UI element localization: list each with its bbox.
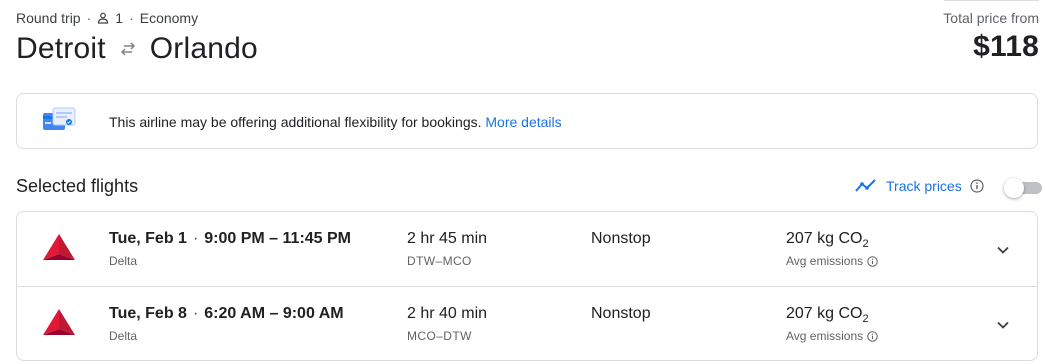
selected-flights-heading: Selected flights: [16, 176, 139, 196]
co2-emissions: 207 kg CO2: [786, 305, 869, 325]
flexible-booking-icon: [43, 107, 76, 130]
stops: Nonstop: [591, 230, 651, 247]
flight-row[interactable]: Tue, Feb 8 · 6:20 AM – 9:00 AM Delta 2 hr …: [17, 286, 1037, 360]
flexibility-notice: This airline may be offering additional …: [16, 93, 1038, 149]
co2-subscript: 2: [862, 238, 869, 251]
selected-flights-card: Tue, Feb 1 · 9:00 PM – 11:45 PM Delta 2 hr…: [16, 211, 1038, 361]
notice-text: This airline may be offering additional …: [109, 114, 562, 130]
top-divider: [944, 0, 1039, 1]
chevron-down-icon[interactable]: [993, 315, 1013, 335]
info-icon[interactable]: [970, 179, 984, 193]
co2-value: 207 kg CO: [786, 305, 863, 322]
airport-codes: DTW–MCO: [407, 254, 472, 268]
toggle-knob: [1004, 178, 1024, 198]
flight-duration: 2 hr 40 min: [407, 305, 488, 322]
notice-message: This airline may be offering additional …: [109, 114, 482, 130]
swap-arrows-icon: [120, 42, 135, 56]
separator-dot: ·: [129, 10, 134, 26]
emissions-label: Avg emissions: [786, 254, 878, 268]
trip-type: Round trip: [16, 10, 81, 26]
co2-emissions: 207 kg CO2: [786, 230, 869, 250]
track-prices-toggle[interactable]: [1004, 178, 1042, 198]
person-icon: [98, 12, 109, 24]
trip-meta: Round trip · 1 · Economy: [16, 10, 198, 26]
delta-logo: [43, 309, 75, 335]
co2-subscript: 2: [862, 313, 869, 326]
total-price: $118: [973, 30, 1039, 63]
origin-city: Detroit: [16, 32, 106, 65]
flight-times: 9:00 PM – 11:45 PM: [204, 230, 352, 247]
info-icon[interactable]: [867, 330, 878, 342]
flight-duration: 2 hr 45 min: [407, 230, 488, 247]
emissions-label: Avg emissions: [786, 329, 878, 343]
destination-city: Orlando: [149, 32, 258, 65]
more-details-link[interactable]: More details: [485, 114, 561, 130]
flight-date: Tue, Feb 1: [109, 230, 187, 247]
airline-name: Delta: [109, 329, 138, 343]
airline-name: Delta: [109, 254, 138, 268]
avg-emissions: Avg emissions: [786, 329, 864, 343]
stops: Nonstop: [591, 305, 651, 322]
passenger-count: 1: [115, 10, 124, 26]
separator-dot: ·: [86, 10, 92, 26]
track-prices-label[interactable]: Track prices: [886, 178, 962, 194]
separator-dot: ·: [192, 230, 199, 247]
flight-datetime: Tue, Feb 1 · 9:00 PM – 11:45 PM: [109, 230, 351, 248]
airport-codes: MCO–DTW: [407, 329, 472, 343]
flight-datetime: Tue, Feb 8 · 6:20 AM – 9:00 AM: [109, 305, 344, 323]
track-prices[interactable]: Track prices: [854, 178, 984, 194]
separator-dot: ·: [192, 305, 199, 322]
price-label: Total price from: [943, 10, 1039, 26]
cabin-class: Economy: [139, 10, 199, 26]
flight-date: Tue, Feb 8: [109, 305, 187, 322]
flight-row[interactable]: Tue, Feb 1 · 9:00 PM – 11:45 PM Delta 2 hr…: [17, 212, 1037, 286]
avg-emissions: Avg emissions: [786, 254, 864, 268]
flight-times: 6:20 AM – 9:00 AM: [204, 305, 344, 322]
co2-value: 207 kg CO: [786, 230, 863, 247]
trend-icon: [855, 179, 876, 192]
info-icon[interactable]: [867, 255, 878, 267]
chevron-down-icon[interactable]: [993, 240, 1013, 260]
route-title: Detroit Orlando: [16, 32, 258, 66]
delta-logo: [43, 234, 75, 260]
